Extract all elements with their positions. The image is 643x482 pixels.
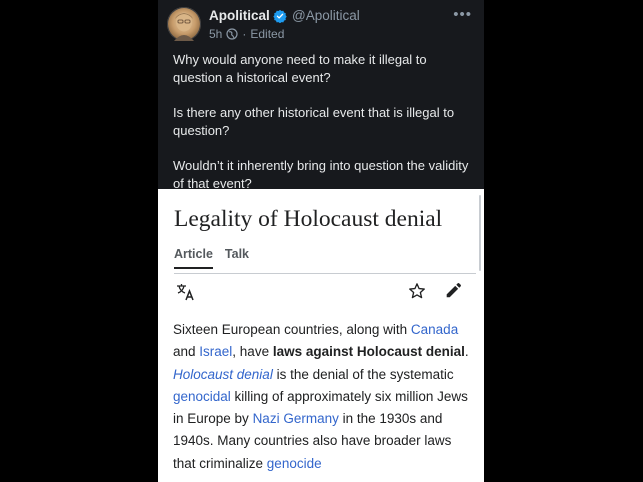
link-canada[interactable]: Canada: [411, 322, 458, 337]
star-icon[interactable]: [408, 282, 426, 300]
article-tabs: Article Talk: [174, 247, 249, 269]
globe-icon: [226, 28, 238, 40]
tweet-paragraph: Is there any other historical event that…: [173, 105, 455, 138]
intro-text: Sixteen European countries, along with: [173, 322, 411, 337]
intro-text: and: [173, 344, 200, 360]
tweet-card: Apolitical @Apolitical 5h · Edited ••• W…: [158, 0, 484, 482]
translate-icon[interactable]: [176, 283, 196, 301]
article-title: Legality of Holocaust denial: [174, 206, 443, 232]
tab-article[interactable]: Article: [174, 247, 213, 269]
divider: [174, 273, 476, 274]
link-genocide[interactable]: genocide: [267, 456, 322, 471]
tweet-text: Why would anyone need to make it illegal…: [173, 51, 473, 210]
tweet-paragraph: Why would anyone need to make it illegal…: [173, 52, 427, 85]
avatar-portrait-icon: [174, 12, 194, 41]
edited-label[interactable]: Edited: [250, 27, 284, 41]
wikipedia-screenshot[interactable]: Legality of Holocaust denial Article Tal…: [158, 189, 484, 482]
intro-bold-term: laws against Holocaust denial: [272, 344, 465, 360]
article-intro: Sixteen European countries, along with C…: [173, 319, 473, 475]
avatar[interactable]: [167, 7, 201, 41]
more-options-icon[interactable]: •••: [453, 6, 472, 23]
tweet-paragraph: Wouldn’t it inherently bring into questi…: [173, 158, 469, 191]
tweet-meta: 5h · Edited: [209, 27, 284, 41]
verified-badge-icon: [273, 9, 287, 23]
timestamp[interactable]: 5h: [209, 27, 222, 41]
scrollbar: [479, 195, 481, 271]
pencil-icon[interactable]: [445, 282, 462, 299]
intro-text: is the denial of the systematic: [272, 366, 454, 382]
link-israel[interactable]: Israel: [199, 344, 232, 359]
link-holocaust-denial[interactable]: Holocaust denial: [173, 367, 273, 382]
display-name[interactable]: Apolitical: [209, 8, 270, 23]
handle[interactable]: @Apolitical: [292, 8, 360, 23]
intro-text: , have: [232, 344, 273, 360]
tab-talk[interactable]: Talk: [225, 247, 249, 269]
link-nazi-germany[interactable]: Nazi Germany: [253, 411, 339, 426]
intro-text: .: [464, 344, 469, 360]
link-genocidal[interactable]: genocidal: [173, 389, 231, 404]
meta-separator: ·: [242, 27, 247, 41]
